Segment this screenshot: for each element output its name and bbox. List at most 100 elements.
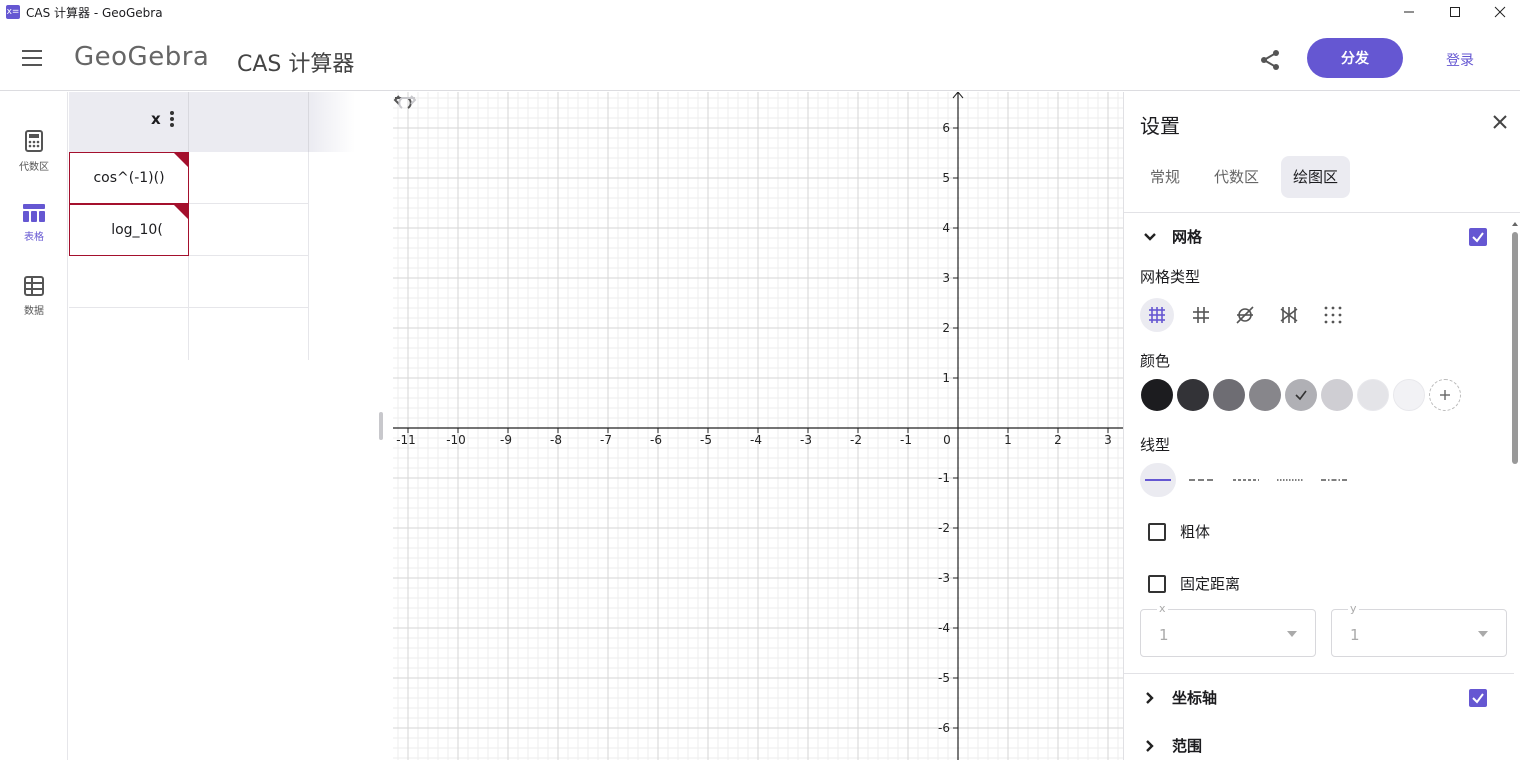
bold-checkbox-row[interactable]: 粗体 bbox=[1148, 521, 1210, 542]
line-style-label: 线型 bbox=[1140, 436, 1171, 454]
checkmark-icon bbox=[1472, 693, 1484, 704]
x-tick-label: 0 bbox=[943, 433, 951, 447]
select-value: 1 bbox=[1159, 626, 1169, 644]
color-swatch[interactable] bbox=[1321, 379, 1353, 411]
column-header-x[interactable]: x bbox=[69, 92, 189, 152]
color-swatch[interactable] bbox=[1393, 379, 1425, 411]
color-swatch[interactable] bbox=[1249, 379, 1281, 411]
hamburger-menu-icon[interactable] bbox=[22, 50, 44, 68]
table-cell[interactable] bbox=[189, 308, 309, 360]
section-title: 坐标轴 bbox=[1172, 689, 1218, 707]
range-section-header[interactable]: 范围 bbox=[1140, 735, 1202, 756]
share-icon[interactable] bbox=[1258, 48, 1282, 72]
color-swatch[interactable] bbox=[1177, 379, 1209, 411]
grid-polar-icon bbox=[1236, 306, 1254, 324]
sidebar-item-label: 表格 bbox=[24, 232, 44, 243]
line-style-dotted-button[interactable] bbox=[1272, 463, 1308, 497]
color-swatch[interactable] bbox=[1213, 379, 1245, 411]
geogebra-logo[interactable]: GeoGebra bbox=[74, 42, 209, 72]
login-link[interactable]: 登录 bbox=[1446, 50, 1474, 70]
color-swatch[interactable] bbox=[1141, 379, 1173, 411]
y-tick-label: -6 bbox=[938, 721, 950, 735]
y-tick-label: 1 bbox=[942, 371, 950, 385]
line-style-dashed-button[interactable] bbox=[1184, 463, 1220, 497]
line-dash-dot-icon bbox=[1321, 479, 1347, 481]
fixed-distance-label: 固定距离 bbox=[1180, 575, 1241, 593]
line-dashed-icon bbox=[1189, 479, 1215, 481]
calculator-icon bbox=[25, 130, 43, 152]
sidebar-item-data[interactable]: 数据 bbox=[0, 276, 68, 317]
add-color-button[interactable] bbox=[1429, 379, 1461, 411]
y-tick-label: -3 bbox=[938, 571, 950, 585]
panel-resize-handle[interactable] bbox=[379, 412, 383, 440]
line-style-solid-button[interactable] bbox=[1140, 463, 1176, 497]
grid-type-major-button[interactable] bbox=[1184, 298, 1218, 332]
more-options-icon[interactable] bbox=[169, 110, 175, 128]
x-tick-label: -10 bbox=[446, 433, 466, 447]
y-tick-label: 6 bbox=[942, 121, 950, 135]
grid-section-header[interactable]: 网格 bbox=[1140, 226, 1202, 247]
scroll-up-icon[interactable] bbox=[1511, 220, 1519, 228]
line-style-dash-dot-button[interactable] bbox=[1316, 463, 1352, 497]
section-title: 网格 bbox=[1172, 228, 1203, 246]
x-tick-label: -5 bbox=[700, 433, 712, 447]
grid-type-major-minor-button[interactable] bbox=[1140, 298, 1174, 332]
redo-icon[interactable] bbox=[393, 92, 417, 110]
chevron-right-icon bbox=[1146, 691, 1154, 704]
select-label: y bbox=[1348, 602, 1359, 615]
x-tick-label: -1 bbox=[900, 433, 912, 447]
share-button[interactable]: 分发 bbox=[1307, 38, 1403, 78]
close-window-button[interactable] bbox=[1477, 0, 1520, 24]
settings-scrollbar[interactable] bbox=[1511, 220, 1519, 760]
fixed-distance-checkbox[interactable] bbox=[1148, 574, 1166, 593]
sidebar-item-label: 数据 bbox=[24, 306, 44, 317]
x-tick-label: -11 bbox=[396, 433, 416, 447]
table-cell[interactable] bbox=[69, 308, 189, 360]
tab-algebra[interactable]: 代数区 bbox=[1202, 156, 1271, 198]
scrollbar-thumb[interactable] bbox=[1512, 232, 1518, 464]
x-tick-label: -4 bbox=[750, 433, 762, 447]
graphics-view[interactable]: -11 -10 -9 -8 -7 -6 -5 -4 -3 -2 -1 0 1 2 3 6 5 4 3 2 1 -1 -2 -3… bbox=[393, 92, 1123, 760]
error-marker-icon bbox=[174, 153, 188, 167]
window-titlebar: x= CAS 计算器 - GeoGebra bbox=[0, 0, 1520, 24]
section-title: 范围 bbox=[1172, 737, 1203, 755]
column-header-empty[interactable] bbox=[189, 92, 309, 152]
fixed-distance-checkbox-row[interactable]: 固定距离 bbox=[1148, 573, 1240, 594]
grid-major-minor-icon bbox=[1149, 307, 1165, 323]
maximize-button[interactable] bbox=[1432, 0, 1478, 24]
table-cell[interactable] bbox=[189, 152, 309, 204]
x-distance-select[interactable]: x 1 bbox=[1140, 602, 1316, 657]
grid-type-isometric-button[interactable] bbox=[1272, 298, 1306, 332]
color-swatch[interactable] bbox=[1357, 379, 1389, 411]
grid-isometric-icon bbox=[1280, 307, 1298, 323]
table-cell[interactable]: cos^(-1)() bbox=[69, 152, 189, 204]
grid-dots-icon bbox=[1324, 306, 1342, 324]
grid-checkbox[interactable] bbox=[1469, 228, 1487, 246]
color-swatch[interactable] bbox=[1285, 379, 1317, 411]
axes-section-header[interactable]: 坐标轴 bbox=[1140, 687, 1217, 708]
table-cell[interactable] bbox=[189, 256, 309, 308]
chevron-right-icon bbox=[1146, 739, 1154, 752]
table-cell[interactable] bbox=[189, 204, 309, 256]
y-tick-label: -4 bbox=[938, 621, 950, 635]
sidebar-item-table[interactable]: 表格 bbox=[0, 204, 68, 243]
minimize-button[interactable] bbox=[1386, 0, 1432, 24]
table-cell[interactable]: log_10( bbox=[69, 204, 189, 256]
y-distance-select[interactable]: y 1 bbox=[1331, 602, 1507, 657]
tab-general[interactable]: 常规 bbox=[1138, 156, 1192, 198]
bold-label: 粗体 bbox=[1180, 523, 1211, 541]
x-tick-label: 3 bbox=[1104, 433, 1112, 447]
bold-checkbox[interactable] bbox=[1148, 522, 1166, 541]
close-icon[interactable] bbox=[1492, 114, 1508, 130]
table-icon bbox=[23, 204, 45, 222]
chevron-down-icon bbox=[1144, 232, 1156, 241]
grid-type-polar-button[interactable] bbox=[1228, 298, 1262, 332]
axes-checkbox[interactable] bbox=[1469, 689, 1487, 707]
grid-type-dots-button[interactable] bbox=[1316, 298, 1350, 332]
checkmark-icon bbox=[1472, 232, 1484, 243]
maximize-icon bbox=[1450, 7, 1460, 17]
table-cell[interactable] bbox=[69, 256, 189, 308]
line-style-short-dashed-button[interactable] bbox=[1228, 463, 1264, 497]
sidebar-item-algebra[interactable]: 代数区 bbox=[0, 130, 68, 173]
tab-graphics[interactable]: 绘图区 bbox=[1281, 156, 1351, 198]
